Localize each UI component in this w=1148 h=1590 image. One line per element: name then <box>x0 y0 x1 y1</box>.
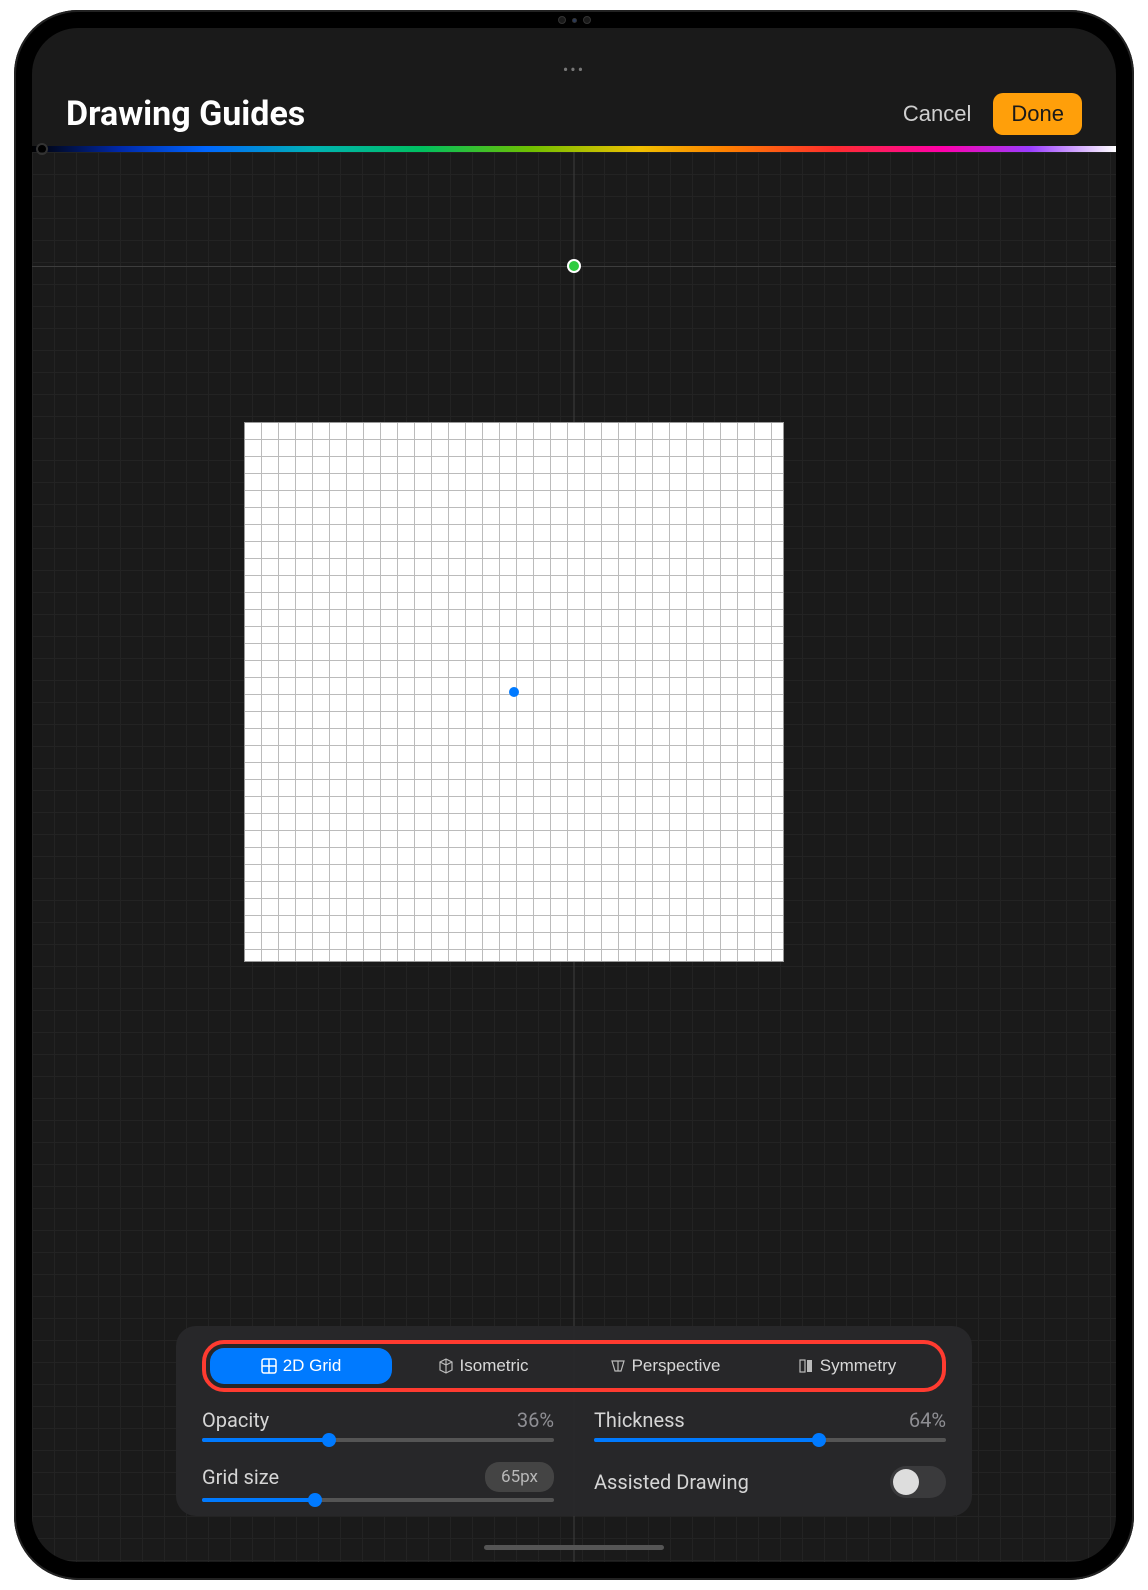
thickness-label: Thickness <box>594 1408 685 1432</box>
guide-type-segmented-highlight: 2D Grid Isometric Perspective Symmetry <box>202 1340 946 1392</box>
grid-size-slider[interactable] <box>202 1498 554 1502</box>
assisted-drawing-label: Assisted Drawing <box>594 1470 749 1494</box>
guide-origin-handle[interactable] <box>567 259 581 273</box>
segment-isometric[interactable]: Isometric <box>392 1348 574 1384</box>
segment-label: Symmetry <box>820 1356 897 1376</box>
cancel-button[interactable]: Cancel <box>903 101 971 127</box>
thickness-slider[interactable] <box>594 1438 946 1442</box>
guide-type-segmented: 2D Grid Isometric Perspective Symmetry <box>210 1348 938 1384</box>
perspective-icon <box>610 1358 626 1374</box>
symmetry-icon <box>798 1358 814 1374</box>
opacity-slider[interactable] <box>202 1438 554 1442</box>
grid-size-label: Grid size <box>202 1465 279 1489</box>
grid-icon <box>261 1358 277 1374</box>
segment-label: Perspective <box>632 1356 721 1376</box>
opacity-label: Opacity <box>202 1408 269 1432</box>
cube-icon <box>438 1358 454 1374</box>
drawing-canvas[interactable] <box>244 422 784 962</box>
segment-symmetry[interactable]: Symmetry <box>756 1348 938 1384</box>
segment-label: 2D Grid <box>283 1356 342 1376</box>
page-title: Drawing Guides <box>66 94 305 134</box>
app-screen: ••• Drawing Guides Cancel Done 2D Grid <box>32 28 1116 1562</box>
grid-size-slider-block: Grid size 65px <box>202 1462 554 1502</box>
opacity-slider-block: Opacity 36% <box>202 1408 554 1442</box>
ipad-frame: ••• Drawing Guides Cancel Done 2D Grid <box>14 10 1134 1580</box>
done-button[interactable]: Done <box>993 93 1082 135</box>
drag-handle-icon[interactable]: ••• <box>563 60 585 79</box>
thickness-value: 64% <box>909 1408 946 1432</box>
segment-perspective[interactable]: Perspective <box>574 1348 756 1384</box>
header: Drawing Guides Cancel Done <box>32 84 1116 144</box>
sliders-grid: Opacity 36% Thickness 64% <box>202 1408 946 1502</box>
segment-label: Isometric <box>460 1356 529 1376</box>
thickness-slider-block: Thickness 64% <box>594 1408 946 1442</box>
home-indicator[interactable] <box>484 1545 664 1550</box>
canvas-center-handle[interactable] <box>509 687 519 697</box>
segment-2d-grid[interactable]: 2D Grid <box>210 1348 392 1384</box>
assisted-drawing-block: Assisted Drawing <box>594 1462 946 1502</box>
toggle-knob <box>893 1469 919 1495</box>
assisted-drawing-toggle[interactable] <box>890 1466 946 1498</box>
controls-panel: 2D Grid Isometric Perspective Symmetry <box>176 1326 972 1516</box>
camera-notch <box>547 16 601 24</box>
header-actions: Cancel Done <box>903 93 1082 135</box>
grid-size-value-badge[interactable]: 65px <box>485 1462 554 1492</box>
opacity-value: 36% <box>517 1408 554 1432</box>
